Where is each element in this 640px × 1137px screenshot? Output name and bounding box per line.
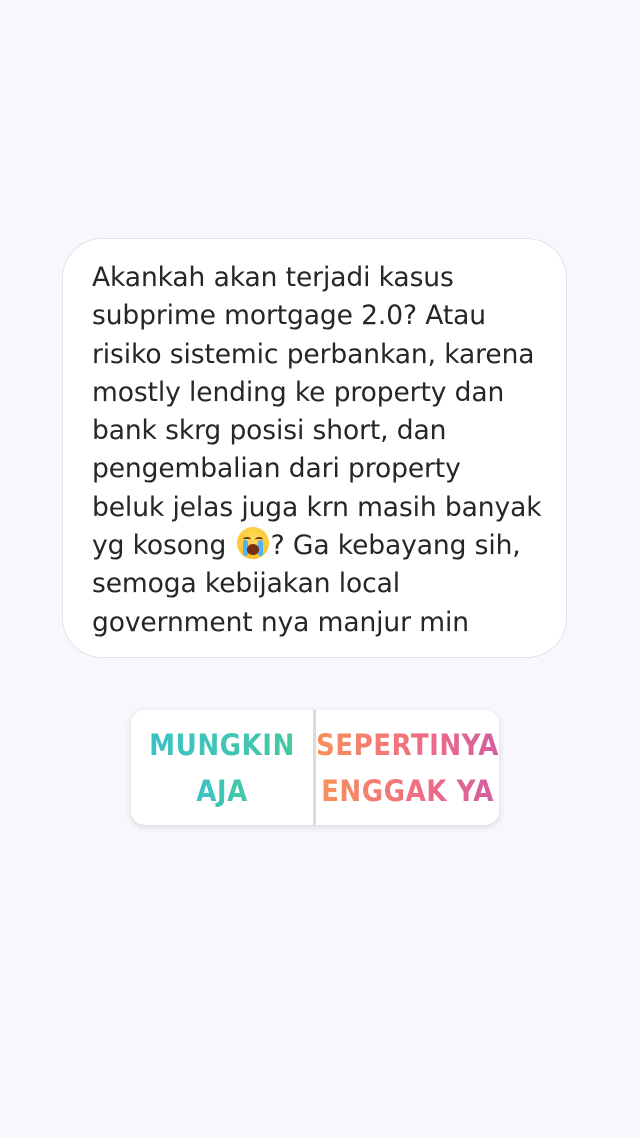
question-line: subprime mortgage 2.0? Atau: [92, 300, 486, 332]
question-line: government nya manjur min: [92, 606, 469, 638]
poll-option-yes-button[interactable]: MUNGKIN AJA: [131, 710, 313, 825]
poll-option-no-button[interactable]: SEPERTINYA ENGGAK YA: [316, 710, 499, 825]
poll-sticker: MUNGKIN AJA SEPERTINYA ENGGAK YA: [131, 710, 499, 825]
loudly-crying-face-icon: [236, 527, 269, 560]
poll-option-label: MUNGKIN: [149, 722, 295, 768]
question-text-fragment: yg kosong: [92, 530, 227, 562]
question-line: semoga kebijakan local: [92, 568, 400, 600]
question-card: Akankah akan terjadi kasus subprime mort…: [62, 238, 567, 658]
question-line: Akankah akan terjadi kasus: [92, 262, 454, 293]
question-line: bank skrg posisi short, dan: [92, 415, 447, 447]
poll-option-label: AJA: [196, 768, 248, 814]
question-line: beluk jelas juga krn masih banyak: [92, 491, 542, 523]
question-line-with-emoji: yg kosong ? Ga kebayang sih,: [92, 527, 542, 565]
question-text-fragment: ? Ga kebayang sih,: [270, 530, 521, 562]
question-line: pengembalian dari property: [92, 453, 461, 485]
poll-option-label: SEPERTINYA: [316, 722, 499, 768]
poll-option-label: ENGGAK YA: [321, 768, 494, 814]
question-line: risiko sistemic perbankan, karena: [92, 338, 535, 370]
question-line: mostly lending ke property dan: [92, 376, 505, 408]
